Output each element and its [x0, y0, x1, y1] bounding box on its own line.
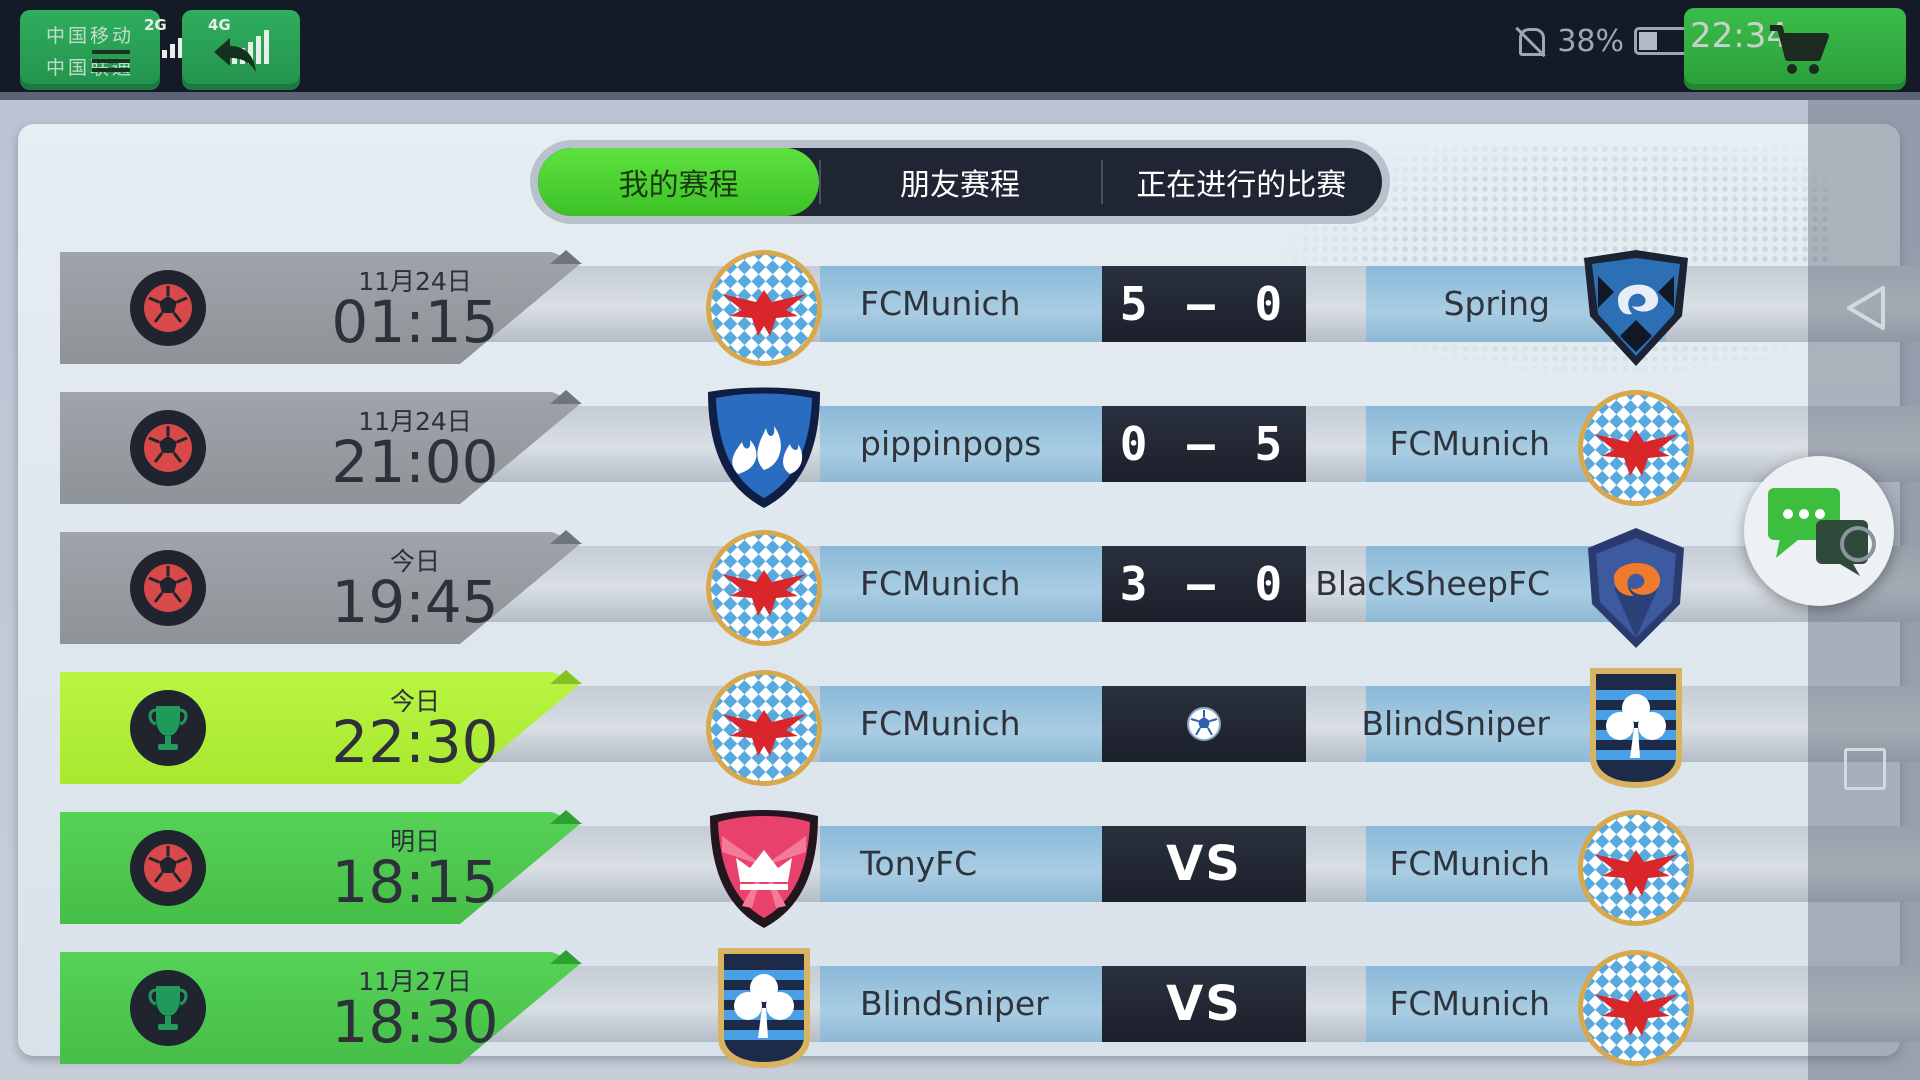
away-team-name: BlindSniper — [1361, 704, 1550, 743]
tab-friends-schedule[interactable]: 朋友赛程 — [819, 148, 1100, 216]
date-block-tip — [550, 950, 582, 964]
match-score: 3 — 0 — [1102, 546, 1306, 622]
home-team-name: FCMunich — [860, 564, 1021, 603]
away-team-crest-icon — [1574, 526, 1698, 650]
away-team-name: FCMunich — [1389, 424, 1550, 463]
date-block-tip — [550, 810, 582, 824]
bell-off-icon — [1513, 24, 1547, 58]
menu-icon — [92, 50, 130, 72]
away-team-crest-icon — [1574, 666, 1698, 790]
match-time: 19:45 — [331, 568, 499, 636]
tab-my-schedule[interactable]: 我的赛程 — [538, 148, 820, 216]
home-team-name: FCMunich — [860, 704, 1021, 743]
match-row[interactable]: 今日 22:30 FCMunich BlindSniper — [60, 668, 1920, 788]
home-team-crest-icon — [702, 666, 826, 790]
league-ball-icon — [130, 830, 206, 906]
tab-live-matches[interactable]: 正在进行的比赛 — [1100, 148, 1382, 216]
soccer-ball-icon — [1187, 707, 1221, 741]
match-score: 0 — 5 — [1102, 406, 1306, 482]
back-arrow-icon — [214, 38, 256, 72]
match-row[interactable]: 11月27日 18:30 BlindSniper VS FCMunich — [60, 948, 1920, 1068]
match-score: VS — [1102, 826, 1306, 902]
match-time: 22:30 — [331, 708, 499, 776]
home-team-name: TonyFC — [860, 844, 978, 883]
status-bar-divider — [0, 92, 1920, 100]
trophy-icon — [130, 970, 206, 1046]
away-team-crest-icon — [1574, 946, 1698, 1070]
away-team-name: Spring — [1443, 284, 1551, 323]
away-team-name: BlackSheepFC — [1315, 564, 1550, 603]
signal-2-label: 4G — [208, 16, 231, 34]
schedule-tabs: 我的赛程 朋友赛程 正在进行的比赛 — [530, 140, 1390, 224]
trophy-icon — [130, 690, 206, 766]
home-team-name: FCMunich — [860, 284, 1021, 323]
match-row[interactable]: 11月24日 21:00 pippinpops 0 — 5 FCMunich — [60, 387, 1920, 508]
away-team-crest-icon — [1574, 806, 1698, 930]
match-score: VS — [1102, 966, 1306, 1042]
date-block-tip — [550, 530, 582, 544]
cart-icon — [1770, 25, 1829, 74]
away-team-name: FCMunich — [1389, 844, 1550, 883]
battery-percent: 38% — [1557, 23, 1624, 59]
home-team-crest-icon — [702, 806, 826, 930]
match-time: 01:15 — [331, 288, 499, 356]
home-team-crest-icon — [702, 246, 826, 370]
league-ball-icon — [130, 410, 206, 486]
home-team-crest-icon — [702, 526, 826, 650]
league-ball-icon — [130, 270, 206, 346]
match-score: 5 — 0 — [1102, 266, 1306, 342]
match-time: 21:00 — [331, 428, 499, 496]
match-score — [1102, 686, 1306, 762]
chat-icon — [1768, 488, 1876, 576]
match-row[interactable]: 今日 19:45 FCMunich 3 — 0 BlackSheepFC — [60, 528, 1920, 648]
home-team-name: BlindSniper — [860, 984, 1049, 1023]
menu-button[interactable]: 中国移动 中国联通 — [20, 10, 160, 90]
nav-recents-icon[interactable] — [1844, 748, 1886, 790]
match-time: 18:15 — [331, 848, 499, 916]
away-team-crest-icon — [1574, 246, 1698, 370]
match-time: 18:30 — [331, 988, 499, 1056]
back-button[interactable]: 4G — [182, 10, 300, 90]
date-block-tip — [550, 250, 582, 264]
home-team-crest-icon — [702, 946, 826, 1070]
date-block-tip — [550, 390, 582, 404]
battery-icon — [1634, 27, 1695, 55]
date-block-tip — [550, 670, 582, 684]
league-ball-icon — [130, 550, 206, 626]
chat-button[interactable] — [1744, 456, 1894, 606]
nav-back-icon[interactable] — [1843, 284, 1887, 332]
system-status: 38% — [1513, 16, 1695, 66]
away-team-name: FCMunich — [1389, 984, 1550, 1023]
away-team-crest-icon — [1574, 386, 1698, 510]
match-row[interactable]: 11月24日 01:15 FCMunich 5 — 0 Spring — [60, 250, 1920, 368]
home-team-crest-icon — [702, 386, 826, 510]
match-row[interactable]: 明日 18:15 TonyFC VS FCMunich — [60, 810, 1920, 928]
home-team-name: pippinpops — [860, 424, 1042, 463]
